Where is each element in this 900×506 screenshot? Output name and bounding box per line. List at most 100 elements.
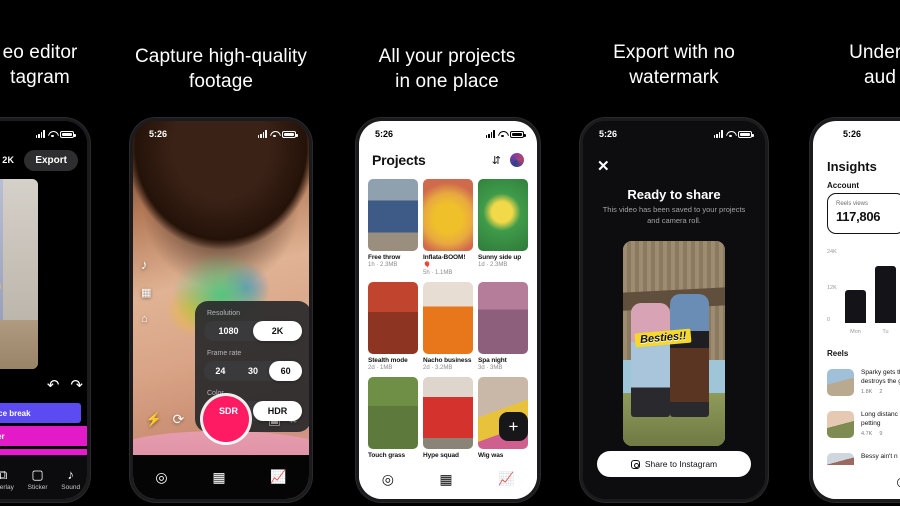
project-thumbnail bbox=[423, 282, 473, 354]
y-tick-top: 24K bbox=[827, 249, 837, 255]
framerate-option-60[interactable]: 60 bbox=[269, 361, 303, 381]
reel-thumbnail bbox=[827, 411, 854, 438]
flip-camera-icon[interactable]: ⟳ bbox=[172, 411, 184, 428]
project-name: Inflata-BOOM! 🎈 bbox=[423, 254, 466, 269]
framerate-option-30[interactable]: 30 bbox=[237, 361, 270, 381]
metric-value: 117,806 bbox=[836, 209, 881, 224]
resolution-option-1080[interactable]: 1080 bbox=[204, 321, 253, 341]
timeline[interactable]: Dance break bbox=[0, 403, 87, 423]
status-bar bbox=[0, 121, 87, 143]
reel-title: Sparky gets th destroys the g bbox=[861, 369, 900, 385]
project-meta: 3d · 3MB bbox=[478, 365, 503, 371]
status-icons bbox=[257, 130, 298, 138]
toolbar-item-sticker[interactable]: ▢ Sticker bbox=[28, 468, 48, 491]
tab-record-icon[interactable]: ◎ bbox=[155, 469, 167, 486]
tab-record-icon[interactable]: ◎ bbox=[382, 471, 394, 488]
project-name: Nacho business bbox=[423, 357, 472, 364]
phone-share: 5:26 ✕ Ready to share This video has bee… bbox=[580, 118, 768, 502]
redo-icon[interactable]: ↷ bbox=[70, 376, 83, 394]
status-bar: 5:26 bbox=[583, 121, 765, 143]
framerate-option-24[interactable]: 24 bbox=[204, 361, 237, 381]
add-project-button[interactable]: + bbox=[499, 412, 528, 441]
resolution-option-2k[interactable]: 2K bbox=[253, 321, 302, 341]
reel-stats: 1.8K 2 bbox=[861, 389, 900, 395]
phone-insights: 5:26 Insights Account Reels views 117,80… bbox=[810, 118, 900, 502]
preview-floor bbox=[0, 319, 38, 369]
project-thumbnail bbox=[423, 179, 473, 251]
share-screen: 5:26 ✕ Ready to share This video has bee… bbox=[583, 121, 765, 499]
project-card[interactable]: Spa night 3d · 3MB bbox=[478, 282, 528, 371]
project-card[interactable]: Touch grass bbox=[368, 377, 418, 467]
framerate-segmented-control[interactable]: 24 30 60 bbox=[204, 361, 303, 381]
timeline-clip-voiceover[interactable]: Voiceover bbox=[0, 426, 87, 446]
bar-mon bbox=[845, 290, 866, 323]
toolbar-label: Sound bbox=[61, 483, 81, 491]
timeline-voiceover-row[interactable]: Voiceover bbox=[0, 426, 87, 446]
project-thumbnail bbox=[368, 282, 418, 354]
undo-icon[interactable]: ↶ bbox=[47, 376, 60, 394]
tab-insights-icon[interactable]: 📈 bbox=[270, 469, 286, 485]
page-title: Projects bbox=[372, 152, 426, 168]
status-icons bbox=[35, 130, 76, 138]
page-title: Insights bbox=[827, 159, 877, 174]
color-option-hdr[interactable]: HDR bbox=[253, 401, 302, 421]
close-icon[interactable]: ✕ bbox=[597, 157, 610, 175]
share-to-instagram-button[interactable]: Share to Instagram bbox=[597, 451, 751, 477]
video-preview[interactable] bbox=[0, 179, 38, 369]
video-thumbnail[interactable]: Besties!! bbox=[623, 241, 725, 446]
project-card[interactable]: Stealth mode 2d · 1MB bbox=[368, 282, 418, 371]
timer-icon[interactable]: ⌂ bbox=[141, 313, 151, 325]
reel-list-item[interactable]: Sparky gets th destroys the g 1.8K 2 bbox=[827, 369, 900, 396]
status-icons bbox=[713, 130, 754, 138]
project-meta: 1h · 2.3MB bbox=[368, 262, 398, 268]
camera-settings-panel: Resolution 1080 2K Frame rate 24 30 60 C… bbox=[195, 301, 309, 432]
camera-screen: 5:26 ♪ ▦ ⌂ Resolution 1080 2K Frame rate bbox=[133, 121, 309, 499]
project-card[interactable]: Free throw 1h · 2.3MB bbox=[368, 179, 418, 276]
project-meta: 2d · 1MB bbox=[368, 365, 393, 371]
caption-1: eo editor tagram bbox=[2, 42, 78, 89]
project-thumbnail bbox=[368, 377, 418, 449]
share-subtitle: This video has been saved to your projec… bbox=[602, 205, 746, 225]
phone-projects: 5:26 Projects ⇵ Free throw 1h · 2.3MB In… bbox=[356, 118, 540, 502]
sort-icon[interactable]: ⇵ bbox=[492, 154, 501, 167]
project-card[interactable]: Sunny side up 1d · 2.3MB bbox=[478, 179, 528, 276]
timeline-clip-dance-break[interactable]: Dance break bbox=[0, 403, 81, 423]
avatar[interactable] bbox=[510, 153, 524, 167]
project-card[interactable]: Hype squad bbox=[423, 377, 473, 467]
export-button[interactable]: Export bbox=[24, 149, 78, 171]
tab-insights-icon[interactable]: 📈 bbox=[498, 471, 514, 487]
camera-side-tools: ♪ ▦ ⌂ bbox=[141, 257, 151, 325]
reel-title: Bessy ain't n bbox=[861, 453, 898, 460]
reel-list-item[interactable]: Long distanc petting 4.7K 9 bbox=[827, 411, 900, 438]
bar-tu bbox=[875, 266, 896, 323]
effects-grid-icon[interactable]: ▦ bbox=[141, 286, 151, 299]
metric-label: Reels views bbox=[836, 201, 869, 207]
project-meta: 2d · 3.2MB bbox=[423, 365, 453, 371]
battery-icon bbox=[738, 130, 754, 138]
project-thumbnail bbox=[478, 282, 528, 354]
tab-projects-icon[interactable]: ▦ bbox=[212, 469, 225, 486]
music-note-icon[interactable]: ♪ bbox=[141, 257, 151, 272]
flash-icon[interactable]: ⚡ bbox=[145, 411, 162, 428]
project-card[interactable]: Nacho business 2d · 3.2MB bbox=[423, 282, 473, 371]
metric-card-reels-views[interactable]: Reels views 117,806 bbox=[827, 193, 900, 234]
resolution-badge[interactable]: 2K bbox=[2, 155, 14, 165]
share-title: Ready to share bbox=[627, 187, 721, 202]
cellular-icon bbox=[713, 130, 723, 138]
video-person-left bbox=[631, 302, 670, 418]
toolbar-item-overlay[interactable]: ⧉ Overlay bbox=[0, 468, 14, 491]
resolution-segmented-control[interactable]: 1080 2K bbox=[204, 321, 302, 341]
framerate-label: Frame rate bbox=[207, 350, 242, 357]
status-bar: 5:26 bbox=[359, 121, 537, 143]
color-option-sdr[interactable]: SDR bbox=[204, 401, 253, 421]
phone-camera: 5:26 ♪ ▦ ⌂ Resolution 1080 2K Frame rate bbox=[130, 118, 312, 502]
battery-icon bbox=[510, 130, 526, 138]
share-button-label: Share to Instagram bbox=[644, 459, 718, 469]
project-name: Spa night bbox=[478, 357, 507, 364]
toolbar-item-sound[interactable]: ♪ Sound bbox=[61, 468, 80, 491]
project-card[interactable]: Inflata-BOOM! 🎈 5h · 1.1MB bbox=[423, 179, 473, 276]
camera-tabbar: ◎ ▦ 📈 bbox=[133, 455, 309, 499]
tab-projects-icon[interactable]: ▦ bbox=[439, 471, 452, 488]
projects-header: Projects ⇵ bbox=[359, 145, 537, 175]
tab-record-icon[interactable]: ◎ bbox=[896, 474, 900, 490]
